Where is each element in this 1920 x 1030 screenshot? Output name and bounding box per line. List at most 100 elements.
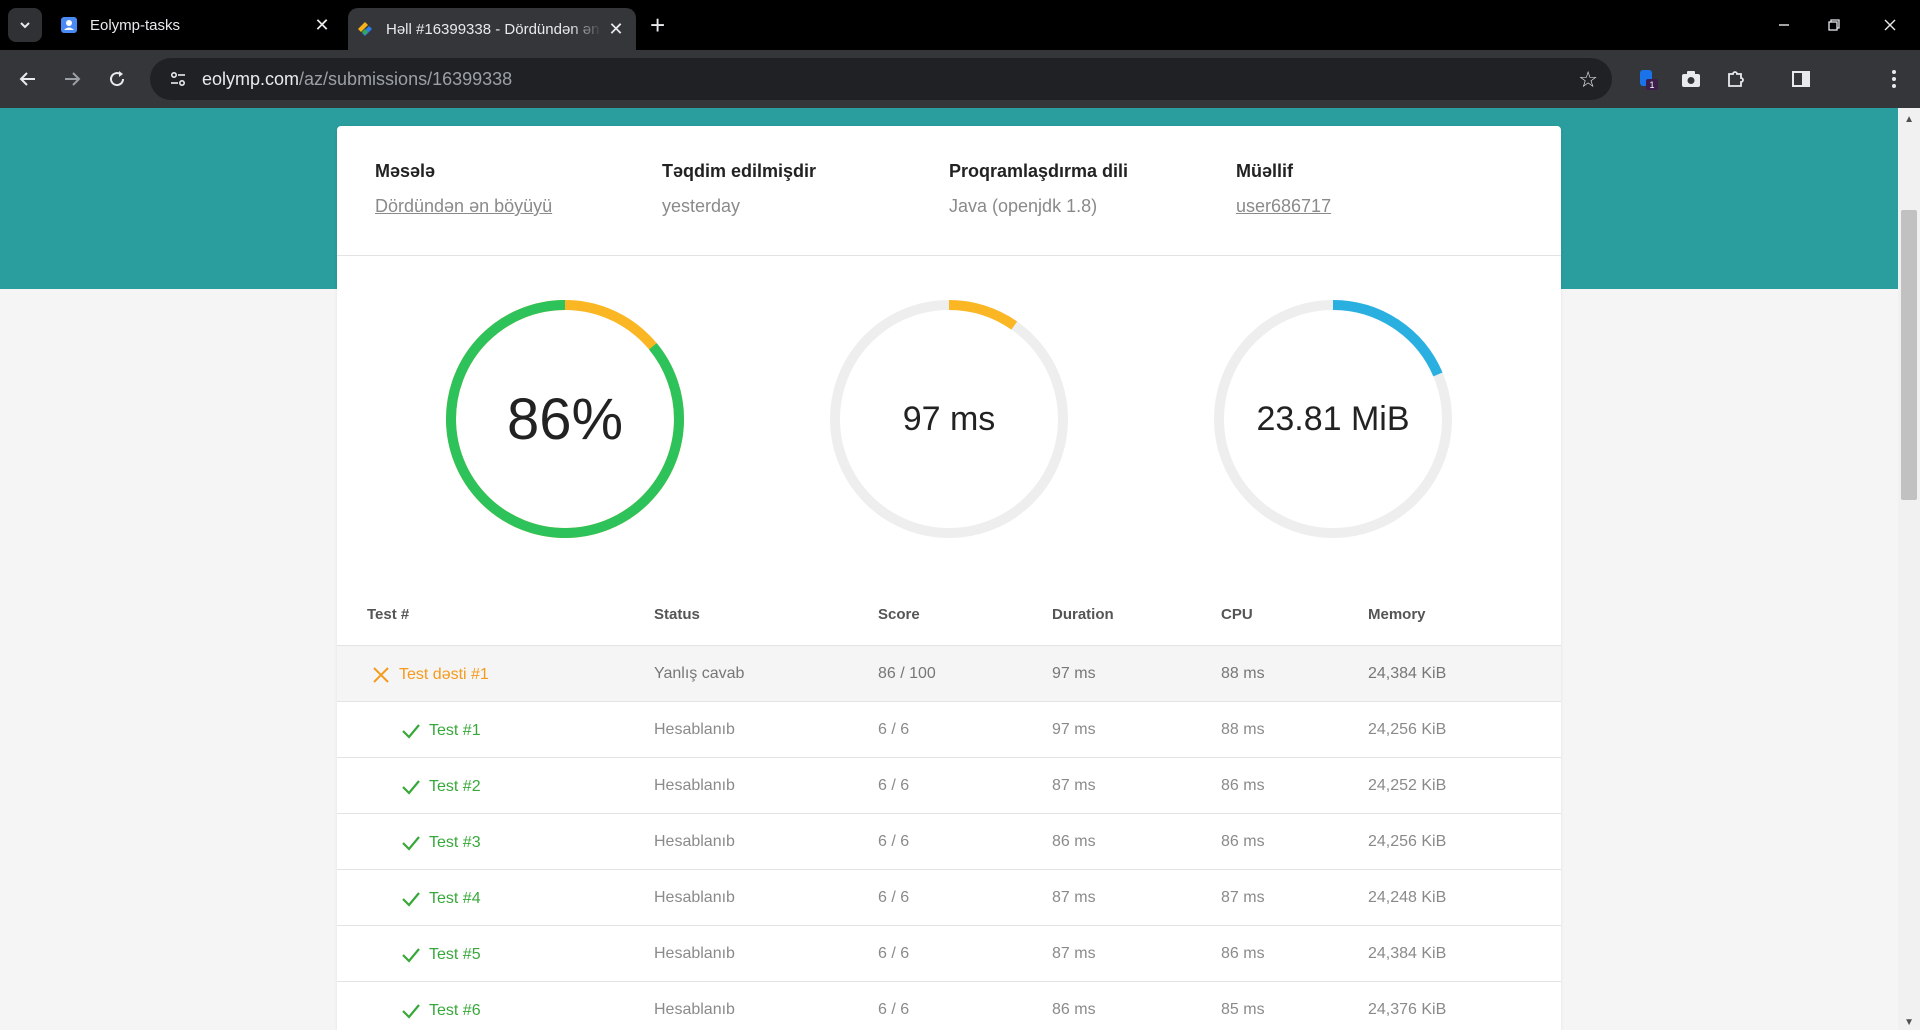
test-group-row[interactable]: Test dəsti #1 Yanlış cavab 86 / 100 97 m…	[337, 646, 1561, 702]
browser-menu-button[interactable]	[1880, 65, 1908, 93]
status-cell: Hesablanıb	[654, 889, 735, 906]
score-value: 86%	[506, 386, 624, 452]
test-label: Test #3	[429, 834, 481, 851]
page-scrollbar[interactable]: ▲ ▼	[1898, 108, 1920, 1030]
close-tab-icon[interactable]: ✕	[308, 15, 336, 36]
cpu-cell: 85 ms	[1221, 1001, 1265, 1018]
submitted-value: yesterday	[662, 196, 741, 216]
extension-button[interactable]: 1	[1634, 65, 1662, 93]
table-row[interactable]: Test #1 Hesablanıb 6 / 6 97 ms 88 ms 24,…	[337, 702, 1561, 758]
check-icon	[402, 1004, 420, 1019]
bookmark-star-icon[interactable]: ☆	[1578, 67, 1598, 93]
score-cell: 86 / 100	[878, 665, 936, 682]
minimize-button[interactable]	[1756, 0, 1812, 50]
screenshot-extension-button[interactable]	[1677, 65, 1705, 93]
puzzle-icon	[1728, 71, 1744, 87]
tab-title: Həll #16399338 - Dördündən ən böyüyü	[386, 20, 602, 38]
address-bar[interactable]: eolymp.com/az/submissions/16399338 ☆	[150, 58, 1612, 100]
close-window-button[interactable]	[1862, 0, 1918, 50]
author-label: Müəllif	[1236, 161, 1293, 181]
extensions-menu-button[interactable]	[1722, 65, 1750, 93]
eolymp-logo-icon	[358, 22, 372, 36]
test-label: Test #1	[429, 722, 481, 739]
extension-badge: 1	[1649, 80, 1654, 90]
table-row[interactable]: Test #2 Hesablanıb 6 / 6 87 ms 86 ms 24,…	[337, 758, 1561, 814]
memory-cell: 24,256 KiB	[1368, 833, 1447, 850]
check-icon	[402, 836, 420, 851]
submission-info: Məsələ Dördündən ən böyüyü Təqdim edilmi…	[337, 126, 1561, 256]
column-header-score: Score	[878, 606, 920, 623]
cross-icon	[373, 667, 389, 683]
arrow-right-icon	[65, 72, 81, 86]
time-value: 97 ms	[902, 399, 996, 438]
column-header-status: Status	[654, 606, 700, 623]
test-cell: Test #4	[401, 889, 481, 909]
duration-cell: 87 ms	[1052, 777, 1096, 794]
column-header-cpu: CPU	[1221, 606, 1253, 623]
reload-button[interactable]	[101, 63, 133, 95]
result-gauges: 86% 97 ms 23.81 MiB	[337, 257, 1561, 557]
close-tab-icon[interactable]: ✕	[602, 19, 630, 40]
back-button[interactable]	[12, 63, 44, 95]
scroll-down-arrow-icon[interactable]: ▼	[1904, 1017, 1914, 1028]
url-path: /az/submissions/16399338	[299, 68, 513, 89]
status-cell: Hesablanıb	[654, 1001, 735, 1018]
close-icon	[1884, 19, 1896, 31]
test-cell: Test #1	[401, 721, 481, 741]
camera-icon	[1682, 71, 1700, 87]
duration-cell: 97 ms	[1052, 665, 1096, 682]
table-row[interactable]: Test #3 Hesablanıb 6 / 6 86 ms 86 ms 24,…	[337, 814, 1561, 870]
score-cell: 6 / 6	[878, 1001, 910, 1018]
problem-link[interactable]: Dördündən ən böyüyü	[375, 196, 552, 217]
side-panel-icon	[1792, 71, 1810, 87]
check-icon	[402, 724, 420, 739]
test-cell: Test #6	[401, 1001, 481, 1021]
scrollbar-thumb[interactable]	[1901, 210, 1917, 500]
duration-cell: 97 ms	[1052, 721, 1096, 738]
memory-cell: 24,256 KiB	[1368, 721, 1447, 738]
column-header-memory: Memory	[1368, 606, 1426, 623]
score-cell: 6 / 6	[878, 721, 910, 738]
memory-cell: 24,252 KiB	[1368, 777, 1447, 794]
scroll-up-arrow-icon[interactable]: ▲	[1904, 114, 1914, 125]
side-panel-button[interactable]	[1787, 65, 1815, 93]
table-row[interactable]: Test #5 Hesablanıb 6 / 6 87 ms 86 ms 24,…	[337, 926, 1561, 982]
new-tab-button[interactable]: +	[650, 10, 665, 40]
more-vertical-icon	[1892, 70, 1896, 88]
extension-app-icon: 1	[1640, 70, 1658, 90]
score-cell: 6 / 6	[878, 833, 910, 850]
duration-cell: 87 ms	[1052, 889, 1096, 906]
restore-icon	[1828, 19, 1840, 31]
column-header-test: Test #	[367, 606, 410, 623]
check-icon	[402, 780, 420, 795]
test-label: Test #4	[429, 890, 481, 907]
check-icon	[402, 892, 420, 907]
test-results-table: Test # Status Score Duration CPU Memory …	[337, 584, 1561, 1030]
submitted-label: Təqdim edilmişdir	[662, 161, 817, 181]
test-cell: Test #5	[401, 945, 481, 965]
table-row[interactable]: Test #6 Hesablanıb 6 / 6 86 ms 85 ms 24,…	[337, 982, 1561, 1030]
tab-submission[interactable]: Həll #16399338 - Dördündən ən böyüyü ✕	[348, 8, 636, 50]
duration-cell: 86 ms	[1052, 1001, 1096, 1018]
check-icon	[402, 948, 420, 963]
forward-button[interactable]	[56, 63, 88, 95]
language-value: Java (openjdk 1.8)	[949, 196, 1098, 216]
site-info-icon[interactable]	[160, 70, 196, 88]
browser-toolbar: eolymp.com/az/submissions/16399338 ☆ 1 N	[0, 50, 1920, 142]
test-cell: Test #2	[401, 777, 481, 797]
memory-value: 23.81 MiB	[1256, 399, 1410, 438]
restore-button[interactable]	[1806, 0, 1862, 50]
language-label: Proqramlaşdırma dili	[949, 161, 1129, 181]
author-link[interactable]: user686717	[1236, 196, 1331, 217]
tab-eolymp-tasks[interactable]: Eolymp-tasks ✕	[52, 6, 342, 44]
submission-card: Məsələ Dördündən ən böyüyü Təqdim edilmi…	[337, 126, 1561, 1030]
page-viewport: Məsələ Dördündən ən böyüyü Təqdim edilmi…	[0, 108, 1920, 1030]
cpu-cell: 86 ms	[1221, 945, 1265, 962]
cpu-cell: 86 ms	[1221, 833, 1265, 850]
table-header: Test # Status Score Duration CPU Memory	[337, 584, 1561, 646]
score-cell: 6 / 6	[878, 889, 910, 906]
memory-cell: 24,376 KiB	[1368, 1001, 1447, 1018]
status-cell: Hesablanıb	[654, 833, 735, 850]
table-row[interactable]: Test #4 Hesablanıb 6 / 6 87 ms 87 ms 24,…	[337, 870, 1561, 926]
tab-search-button[interactable]	[8, 8, 42, 42]
